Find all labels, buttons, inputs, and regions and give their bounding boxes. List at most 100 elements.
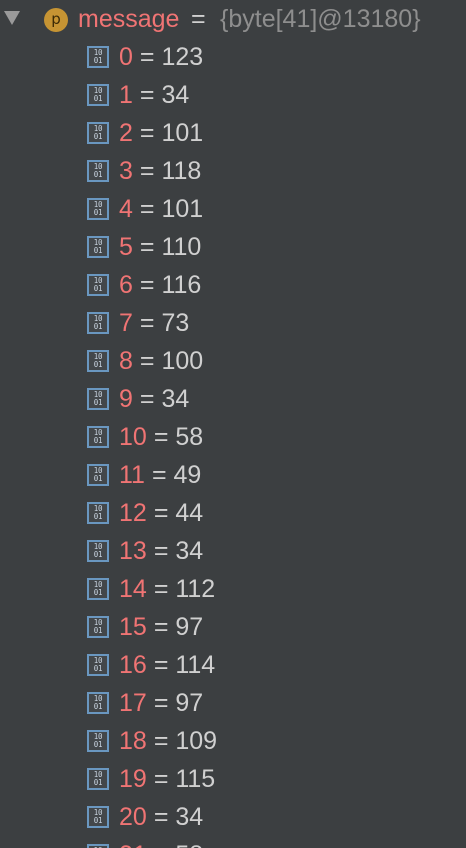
variable-row-message[interactable]: p message = {byte[41]@13180} (0, 0, 466, 38)
icon-bits-bottom: 01 (93, 170, 103, 179)
element-value: = 101 (139, 119, 204, 147)
array-element-icon: 1001 (87, 84, 109, 106)
element-index: 19 (119, 765, 147, 793)
array-element-icon: 1001 (87, 616, 109, 638)
element-index: 12 (119, 499, 147, 527)
field-badge-icon: p (44, 8, 68, 32)
icon-bits-bottom: 01 (93, 740, 103, 749)
element-value: = 123 (139, 43, 204, 71)
array-element-row[interactable]: 10 01 20 = 34 (0, 798, 466, 836)
element-value: = 34 (153, 803, 204, 831)
icon-bits-bottom: 01 (93, 436, 103, 445)
array-element-row[interactable]: 10 01 14 = 112 (0, 570, 466, 608)
array-element-row[interactable]: 10 01 16 = 114 (0, 646, 466, 684)
element-value: = 118 (139, 157, 202, 185)
array-element-icon: 1001 (87, 692, 109, 714)
element-index: 14 (119, 575, 147, 603)
expand-toggle-icon[interactable] (4, 11, 20, 25)
icon-bits-bottom: 01 (93, 816, 103, 825)
element-value: = 100 (139, 347, 204, 375)
element-index: 7 (119, 309, 133, 337)
array-element-row[interactable]: 10 01 4 = 101 (0, 190, 466, 228)
array-element-row[interactable]: 10 01 5 = 110 (0, 228, 466, 266)
element-index: 2 (119, 119, 133, 147)
array-element-row[interactable]: 10 01 2 = 101 (0, 114, 466, 152)
array-element-icon: 1001 (87, 768, 109, 790)
array-element-row[interactable]: 10 01 19 = 115 (0, 760, 466, 798)
element-index: 3 (119, 157, 133, 185)
icon-bits-bottom: 01 (93, 360, 103, 369)
icon-bits-bottom: 01 (93, 94, 103, 103)
icon-bits-bottom: 01 (93, 246, 103, 255)
element-index: 9 (119, 385, 133, 413)
array-element-icon: 1001 (87, 388, 109, 410)
element-index: 20 (119, 803, 147, 831)
icon-bits-bottom: 01 (93, 626, 103, 635)
element-index: 17 (119, 689, 147, 717)
array-element-row[interactable]: 10 01 0 = 123 (0, 38, 466, 76)
icon-bits-bottom: 01 (93, 588, 103, 597)
array-element-icon: 1001 (87, 426, 109, 448)
element-value: = 116 (139, 271, 202, 299)
icon-bits-bottom: 01 (93, 702, 103, 711)
icon-bits-bottom: 01 (93, 208, 103, 217)
array-element-icon: 1001 (87, 274, 109, 296)
element-value: = 115 (153, 765, 216, 793)
array-element-row[interactable]: 10 01 17 = 97 (0, 684, 466, 722)
element-index: 13 (119, 537, 147, 565)
element-value: = 73 (139, 309, 190, 337)
array-element-icon: 1001 (87, 806, 109, 828)
element-value: = 44 (153, 499, 204, 527)
array-element-row[interactable]: 1001 21 = 58 (0, 836, 466, 848)
element-value: = 97 (153, 613, 204, 641)
element-value: = 101 (139, 195, 204, 223)
array-element-icon: 1001 (87, 160, 109, 182)
icon-bits-bottom: 01 (93, 322, 103, 331)
icon-bits-bottom: 01 (93, 778, 103, 787)
icon-bits-bottom: 01 (93, 664, 103, 673)
icon-bits-bottom: 01 (93, 56, 103, 65)
element-value: = 112 (153, 575, 216, 603)
element-index: 4 (119, 195, 133, 223)
variable-name: message (78, 5, 180, 33)
array-element-row[interactable]: 10 01 12 = 44 (0, 494, 466, 532)
element-value: = 109 (153, 727, 218, 755)
array-element-icon: 1001 (87, 464, 109, 486)
element-value: = 34 (139, 81, 190, 109)
array-element-icon: 1001 (87, 312, 109, 334)
element-index: 0 (119, 43, 133, 71)
element-value: = 58 (154, 840, 203, 848)
element-index: 15 (119, 613, 147, 641)
array-element-row[interactable]: 10 01 18 = 109 (0, 722, 466, 760)
array-element-icon: 1001 (87, 540, 109, 562)
icon-bits-bottom: 01 (93, 284, 103, 293)
array-element-row[interactable]: 10 01 8 = 100 (0, 342, 466, 380)
element-index: 18 (119, 727, 147, 755)
array-element-row[interactable]: 10 01 9 = 34 (0, 380, 466, 418)
array-element-icon: 1001 (87, 844, 109, 848)
icon-bits-bottom: 01 (93, 132, 103, 141)
icon-bits-bottom: 01 (93, 550, 103, 559)
element-value: = 97 (153, 689, 204, 717)
array-element-icon: 1001 (87, 578, 109, 600)
array-element-icon: 1001 (87, 502, 109, 524)
array-element-row[interactable]: 10 01 3 = 118 (0, 152, 466, 190)
array-element-icon: 1001 (87, 46, 109, 68)
array-element-row[interactable]: 10 01 11 = 49 (0, 456, 466, 494)
array-element-row[interactable]: 10 01 6 = 116 (0, 266, 466, 304)
element-value: = 34 (139, 385, 190, 413)
element-index: 11 (119, 461, 145, 489)
element-index: 5 (119, 233, 133, 261)
array-element-icon: 1001 (87, 730, 109, 752)
array-element-icon: 1001 (87, 122, 109, 144)
icon-bits-bottom: 01 (93, 512, 103, 521)
array-element-row[interactable]: 10 01 13 = 34 (0, 532, 466, 570)
icon-bits-bottom: 01 (93, 398, 103, 407)
array-element-icon: 1001 (87, 198, 109, 220)
array-element-row[interactable]: 10 01 15 = 97 (0, 608, 466, 646)
element-value: = 58 (153, 423, 204, 451)
array-element-row[interactable]: 10 01 10 = 58 (0, 418, 466, 456)
array-element-row[interactable]: 10 01 1 = 34 (0, 76, 466, 114)
element-index: 1 (119, 81, 133, 109)
array-element-row[interactable]: 10 01 7 = 73 (0, 304, 466, 342)
